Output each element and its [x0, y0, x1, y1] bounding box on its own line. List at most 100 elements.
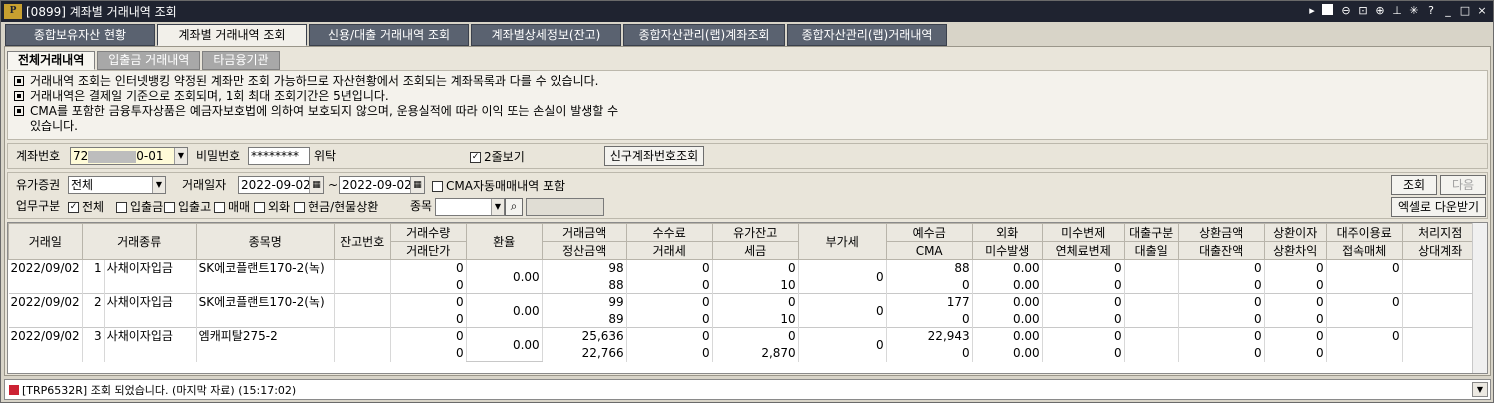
table-cell: 0	[390, 259, 467, 277]
column-header[interactable]: 접속매체	[1325, 241, 1403, 260]
zoom-out-icon[interactable]: ⊖	[1339, 4, 1353, 18]
column-header[interactable]: 처리지점	[1401, 223, 1479, 242]
table-row[interactable]: 2022/09/02 2 사채이자입금 SK에코플랜트170-2(녹) 0 0.00 99 0…	[8, 293, 1479, 328]
calendar-icon[interactable]: ▦	[410, 177, 424, 193]
fit-icon[interactable]: ⊡	[1356, 4, 1370, 18]
column-header[interactable]: 환율	[465, 223, 543, 260]
column-header[interactable]: 미수발생	[971, 241, 1043, 260]
column-header[interactable]: 대출잔액	[1177, 241, 1265, 260]
table-cell: 0	[1264, 327, 1327, 345]
menu-arrow-icon[interactable]: ▸	[1305, 4, 1319, 18]
column-header[interactable]: 거래일	[8, 223, 83, 260]
table-row[interactable]: 0 88 0 10 0 0.00 0 0 0	[8, 276, 1479, 294]
chevron-down-icon[interactable]: ▼	[152, 177, 165, 193]
date-from-field[interactable]: 2022-09-02 ▦	[238, 176, 324, 194]
pin-icon[interactable]: ⊥	[1390, 4, 1404, 18]
table-cell: 0	[1042, 344, 1125, 362]
excel-download-button[interactable]: 엑셀로 다운받기	[1391, 197, 1486, 217]
cma-auto-trade-checkbox[interactable]: CMA자동매매내역 포함	[432, 178, 565, 194]
column-header[interactable]: 거래세	[625, 241, 713, 260]
column-header[interactable]: 거래수량	[389, 223, 467, 242]
table-cell: 사채이자입금	[104, 259, 197, 277]
table-cell: 0	[1326, 293, 1403, 311]
column-header[interactable]: 종목명	[195, 223, 335, 260]
main-tab[interactable]: 계좌별상세정보(잔고)	[471, 24, 621, 46]
next-button[interactable]: 다음	[1440, 175, 1486, 195]
column-header[interactable]: 예수금	[885, 223, 973, 242]
settings-icon[interactable]: ✳	[1407, 4, 1421, 18]
column-header[interactable]: 거래단가	[389, 241, 467, 260]
chevron-down-icon[interactable]: ▼	[1472, 382, 1488, 397]
table-row[interactable]: 0 22,766 0 2,870 0 0.00 0 0 0	[8, 344, 1479, 362]
item-select[interactable]: ▼	[435, 198, 505, 216]
table-row[interactable]: 0 89 0 10 0 0.00 0 0 0	[8, 310, 1479, 328]
password-field[interactable]: ********	[248, 147, 310, 165]
help-icon[interactable]: ?	[1424, 4, 1438, 18]
table-cell	[196, 310, 335, 328]
main-tab[interactable]: 종합자산관리(랩)거래내역	[787, 24, 947, 46]
column-header[interactable]: 거래금액	[541, 223, 627, 242]
business-type-checkbox[interactable]: 현금/현물상환	[294, 199, 378, 215]
column-header[interactable]: 세금	[711, 241, 799, 260]
main-tab[interactable]: 종합자산관리(랩)계좌조회	[623, 24, 785, 46]
close-icon[interactable]: ×	[1475, 4, 1489, 18]
bullet-icon	[14, 91, 24, 101]
search-icon[interactable]: ⌕	[505, 198, 523, 216]
column-header[interactable]: 미수변제	[1041, 223, 1125, 242]
main-tab[interactable]: 신용/대출 거래내역 조회	[309, 24, 469, 46]
business-type-label: 업무구분	[16, 199, 61, 213]
transaction-grid: 거래일 거래종류 종목명 잔고번호 거래수량 환율 거래금액 수수료 유가잔고 부가세 예수금 외화 미…	[7, 222, 1488, 374]
sub-tab[interactable]: 입출금 거래내역	[97, 51, 201, 70]
column-header[interactable]: 상환이자	[1263, 223, 1327, 242]
business-type-checkbox[interactable]: 입출금	[116, 199, 163, 215]
sub-tab[interactable]: 타금융기관	[202, 51, 280, 70]
column-header[interactable]: 연체료변제	[1041, 241, 1125, 260]
date-to-value: 2022-09-02	[342, 178, 412, 192]
main-tab[interactable]: 계좌별 거래내역 조회	[157, 24, 307, 46]
business-type-checkbox[interactable]: ✓ 전체	[68, 199, 104, 215]
column-header[interactable]: 유가잔고	[711, 223, 799, 242]
vertical-scrollbar[interactable]	[1472, 223, 1487, 373]
column-header[interactable]: 거래종류	[81, 223, 197, 260]
search-button[interactable]: 조회	[1391, 175, 1437, 195]
chevron-down-icon[interactable]: ▼	[174, 148, 187, 164]
maximize-icon[interactable]: □	[1458, 4, 1472, 18]
column-header[interactable]: 부가세	[797, 223, 887, 260]
notice-box: 거래내역 조회는 인터넷뱅킹 약정된 계좌만 조회 가능하므로 자산현황에서 조…	[7, 70, 1488, 140]
table-cell: 0	[1264, 344, 1327, 362]
securities-select[interactable]: 전체 ▼	[68, 176, 166, 194]
account-number-field[interactable]: 72 0-01 ▼	[70, 147, 188, 165]
column-header[interactable]: 대출구분	[1123, 223, 1179, 242]
column-header[interactable]: CMA	[885, 241, 973, 260]
trade-date-label: 거래일자	[182, 178, 227, 192]
minimize-icon[interactable]: _	[1441, 4, 1455, 18]
table-cell: 0	[390, 310, 467, 328]
business-type-checkbox[interactable]: 외화	[254, 199, 290, 215]
column-header[interactable]: 외화	[971, 223, 1043, 242]
column-header[interactable]: 대주이용료	[1325, 223, 1403, 242]
new-account-lookup-button[interactable]: 신구계좌번호조회	[604, 146, 704, 166]
column-header[interactable]: 정산금액	[541, 241, 627, 260]
chevron-down-icon[interactable]: ▼	[491, 199, 504, 215]
date-to-field[interactable]: 2022-09-02 ▦	[339, 176, 425, 194]
column-header[interactable]: 대출일	[1123, 241, 1179, 260]
table-row[interactable]: 2022/09/02 1 사채이자입금 SK에코플랜트170-2(녹) 0 0.00 98 0…	[8, 259, 1479, 294]
table-cell: 사채이자입금	[104, 293, 197, 311]
business-type-checkbox[interactable]: 입출고	[164, 199, 211, 215]
column-header[interactable]: 상환금액	[1177, 223, 1265, 242]
business-type-checkbox[interactable]: 매매	[214, 199, 250, 215]
column-header[interactable]: 수수료	[625, 223, 713, 242]
column-header[interactable]: 잔고번호	[333, 223, 391, 260]
sub-tab[interactable]: 전체거래내역	[7, 51, 96, 70]
table-cell	[1402, 276, 1479, 294]
zoom-in-icon[interactable]: ⊕	[1373, 4, 1387, 18]
table-cell	[1124, 293, 1179, 311]
double-view-checkbox[interactable]: ✓ 2줄보기	[470, 149, 525, 165]
one-box-icon[interactable]: 1	[1322, 4, 1333, 16]
main-tab[interactable]: 종합보유자산 현황	[5, 24, 155, 46]
column-header[interactable]: 상환차익	[1263, 241, 1327, 260]
calendar-icon[interactable]: ▦	[309, 177, 323, 193]
table-row[interactable]: 2022/09/02 3 사채이자입금 엠캐피탈275-2 0 0.00 25,636 0 0 0…	[8, 327, 1479, 362]
table-cell	[1402, 310, 1479, 328]
column-header[interactable]: 상대계좌	[1401, 241, 1479, 260]
